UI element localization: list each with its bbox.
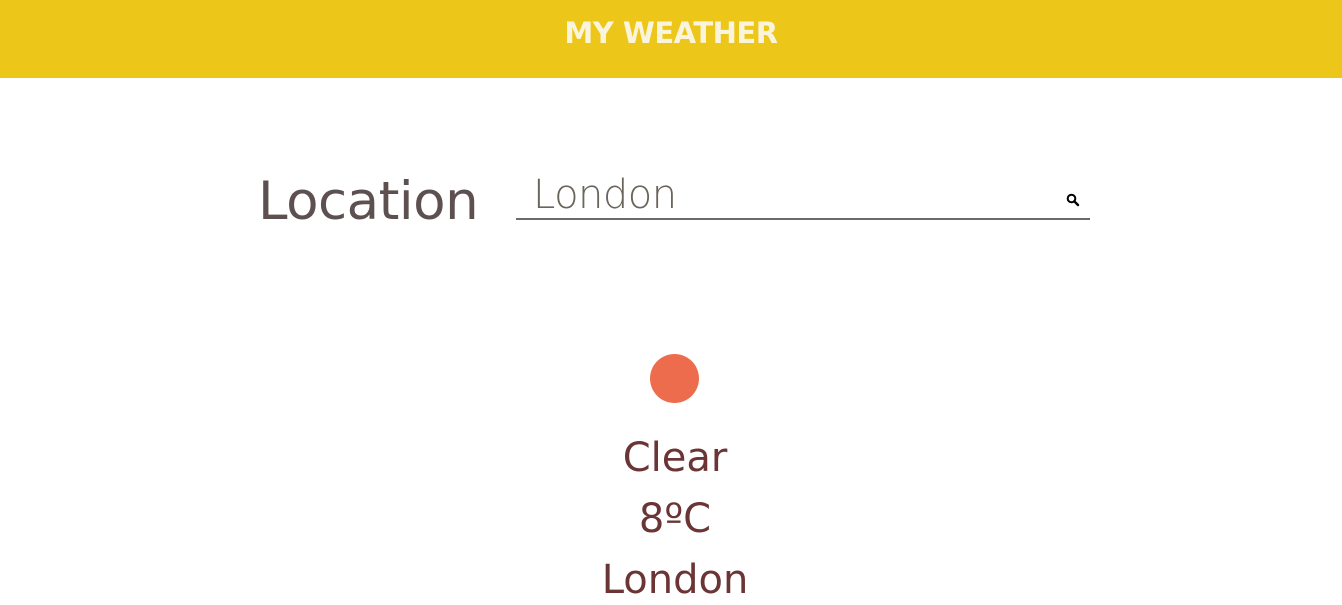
app-title: MY WEATHER: [564, 16, 778, 50]
weather-condition: Clear: [622, 435, 728, 481]
search-button[interactable]: [1066, 192, 1080, 207]
search-bar: [516, 172, 1090, 220]
app-header: MY WEATHER: [0, 0, 1342, 78]
weather-city: London: [601, 557, 749, 603]
search-icon: [1066, 193, 1080, 207]
location-search-input[interactable]: [516, 172, 1046, 218]
location-label: Location: [258, 171, 479, 232]
sun-icon: [650, 354, 699, 403]
weather-temperature: 8ºC: [638, 496, 712, 542]
